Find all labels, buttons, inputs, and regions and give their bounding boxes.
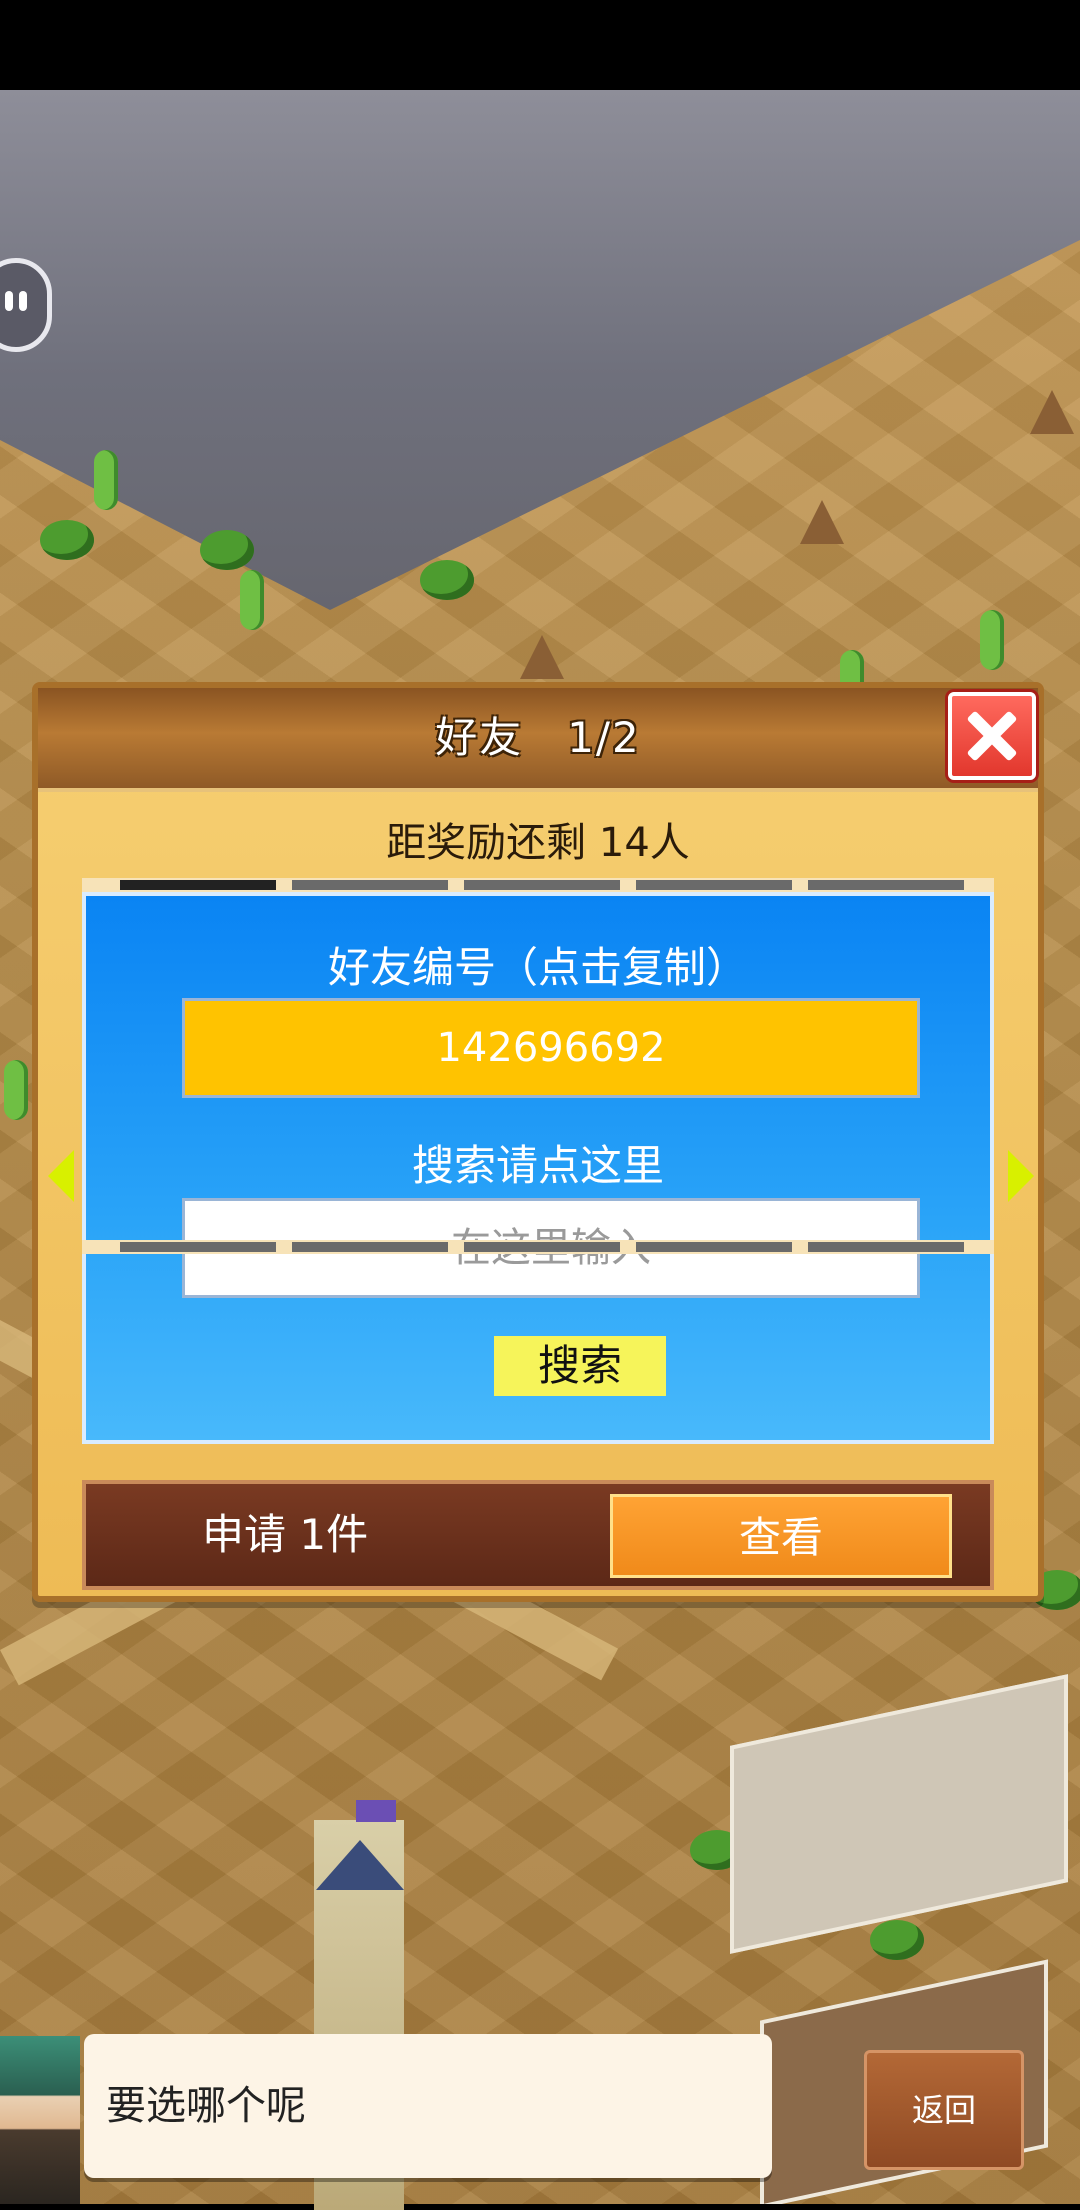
rock [520,635,564,679]
tab-segment [464,1242,620,1252]
chat-bubble-icon[interactable] [0,258,52,352]
arrow-right-icon[interactable] [1008,1150,1034,1202]
flag [356,1800,396,1822]
tab-segment [292,880,448,890]
tab-segment [464,880,620,890]
status-bar [0,0,1080,90]
page-tabs-top [82,878,994,892]
cactus [4,1060,28,1120]
back-button[interactable]: 返回 [864,2050,1024,2170]
tab-segment [636,1242,792,1252]
request-count-text: 申请 1件 [202,1510,369,1559]
bush [200,530,254,570]
search-label: 搜索请点这里 [411,1141,664,1190]
cactus [240,570,264,630]
close-icon[interactable] [948,692,1036,780]
rock [1030,390,1074,434]
friends-dialog: 好友 1/2 距奖励还剩 14人 好友编号（点击复制） 142696692 搜索… [32,682,1044,1602]
character-avatar [0,2036,80,2204]
page-tabs-bottom [82,1240,994,1254]
tab-segment [292,1242,448,1252]
tower-roof [316,1840,404,1890]
house-building[interactable] [730,1674,1068,1954]
friend-panel: 好友编号（点击复制） 142696692 搜索请点这里 在这里输入 搜索 [82,892,994,1444]
speech-text: 要选哪个呢 [106,2083,306,2129]
tab-segment [120,1242,276,1252]
tab-segment [808,1242,964,1252]
bush [40,520,94,560]
cactus [980,610,1004,670]
cactus [94,450,118,510]
request-bar: 申请 1件 查看 [82,1480,994,1590]
tab-segment [636,880,792,890]
friend-id-box[interactable]: 142696692 [182,998,920,1098]
tab-segment [808,880,964,890]
tab-segment [120,880,276,890]
speech-box: 要选哪个呢 [84,2034,772,2178]
view-requests-button[interactable]: 查看 [610,1494,952,1578]
fog-of-war [0,90,1080,610]
rock [800,500,844,544]
bush [420,560,474,600]
search-button[interactable]: 搜索 [494,1336,666,1396]
arrow-left-icon[interactable] [48,1150,74,1202]
friend-id-label: 好友编号（点击复制） [327,943,748,992]
dialog-header: 好友 1/2 [38,688,1038,792]
dialog-title: 好友 1/2 [435,713,641,762]
bush [870,1920,924,1960]
reward-progress-text: 距奖励还剩 14人 [386,820,690,866]
